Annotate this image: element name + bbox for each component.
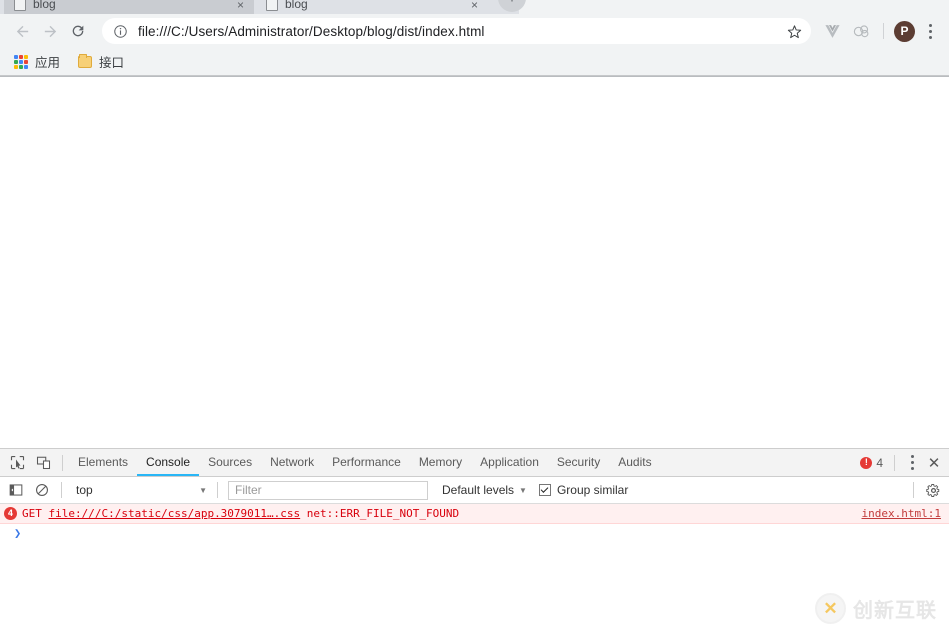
console-message-list[interactable]: 4 GET file:///C:/static/css/app.3079011…… xyxy=(0,504,949,634)
console-toolbar-divider-3 xyxy=(913,482,914,498)
devtools-divider-2 xyxy=(894,454,895,471)
tab-strip-filler xyxy=(519,0,949,14)
devtools-divider xyxy=(62,454,63,471)
devtools-panel: Elements Console Sources Network Perform… xyxy=(0,448,949,634)
bookmark-item-interface[interactable]: 接口 xyxy=(74,49,132,74)
close-icon[interactable]: × xyxy=(471,0,478,11)
console-prompt[interactable]: ❯ xyxy=(0,524,949,542)
tab-console[interactable]: Console xyxy=(137,449,200,476)
browser-tab-2-title: blog xyxy=(285,0,308,11)
bookmarks-bar: 应用 接口 xyxy=(0,48,949,76)
console-message-method: GET xyxy=(22,507,42,520)
devtools-more-menu-icon[interactable] xyxy=(901,450,923,476)
tab-network[interactable]: Network xyxy=(261,449,323,476)
gear-icon[interactable] xyxy=(920,477,946,503)
console-toolbar: top ▼ Default levels ▼ Group similar xyxy=(0,477,949,504)
back-arrow-icon[interactable] xyxy=(8,17,36,45)
console-toolbar-divider-2 xyxy=(217,482,218,498)
browser-window: blog × blog × + file:///C:/Users/Adminis… xyxy=(0,0,949,634)
browser-tab-1-title: blog xyxy=(33,0,56,11)
console-context-selector[interactable]: top ▼ xyxy=(68,481,211,500)
error-count-badge[interactable]: ! 4 xyxy=(855,456,888,470)
prompt-chevron-icon: ❯ xyxy=(14,526,22,540)
group-similar-label: Group similar xyxy=(556,483,629,497)
console-message-url[interactable]: file:///C:/static/css/app.3079011….css xyxy=(49,507,301,520)
browser-tab-2[interactable]: blog × xyxy=(256,0,488,14)
extension-icon[interactable] xyxy=(849,18,875,44)
toolbar-divider xyxy=(883,23,884,39)
close-icon[interactable]: × xyxy=(237,0,244,11)
console-levels-selector[interactable]: Default levels ▼ xyxy=(436,483,533,497)
error-circle-icon: ! xyxy=(860,456,873,469)
console-context-value: top xyxy=(76,483,93,497)
device-toolbar-icon[interactable] xyxy=(30,450,56,476)
console-levels-label: Default levels xyxy=(442,483,515,497)
bookmark-item-apps-label: 应用 xyxy=(35,56,61,70)
bookmark-star-icon[interactable] xyxy=(781,18,807,44)
inspect-element-icon[interactable] xyxy=(4,450,30,476)
watermark-logo-mark: ✕ xyxy=(823,599,838,618)
tab-memory[interactable]: Memory xyxy=(410,449,471,476)
bookmark-item-interface-label: 接口 xyxy=(99,56,125,70)
bookmark-item-apps[interactable]: 应用 xyxy=(10,49,68,74)
browser-toolbar: file:///C:/Users/Administrator/Desktop/b… xyxy=(0,14,949,48)
address-bar[interactable]: file:///C:/Users/Administrator/Desktop/b… xyxy=(102,18,811,44)
console-message-error: net::ERR_FILE_NOT_FOUND xyxy=(306,507,460,520)
group-similar-toggle[interactable]: Group similar xyxy=(538,483,629,497)
browser-tab-1[interactable]: blog × xyxy=(4,0,254,14)
clear-console-icon[interactable] xyxy=(29,477,55,503)
chevron-down-icon: ▼ xyxy=(519,485,527,495)
tab-performance[interactable]: Performance xyxy=(323,449,410,476)
page-icon xyxy=(266,0,278,11)
page-icon xyxy=(14,0,26,11)
devtools-close-button[interactable]: ✕ xyxy=(923,454,945,472)
reload-icon[interactable] xyxy=(64,17,92,45)
avatar[interactable]: P xyxy=(894,20,915,42)
tab-security[interactable]: Security xyxy=(548,449,609,476)
page-info-icon[interactable] xyxy=(112,23,129,40)
three-dot-menu-icon[interactable] xyxy=(919,18,941,44)
devtools-tab-bar: Elements Console Sources Network Perform… xyxy=(0,449,949,477)
tab-strip: blog × blog × + xyxy=(0,0,949,14)
watermark-logo-icon: ✕ xyxy=(815,593,846,624)
chevron-down-icon: ▼ xyxy=(199,485,207,495)
group-similar-checkbox[interactable] xyxy=(538,484,551,496)
tab-sources[interactable]: Sources xyxy=(199,449,261,476)
console-message-source-link[interactable]: index.html:1 xyxy=(862,507,941,520)
console-toolbar-divider xyxy=(61,482,62,498)
tab-elements[interactable]: Elements xyxy=(69,449,137,476)
console-message-row[interactable]: 4 GET file:///C:/static/css/app.3079011…… xyxy=(0,504,949,524)
tab-application[interactable]: Application xyxy=(471,449,548,476)
watermark: ✕ 创新互联 xyxy=(815,593,937,624)
forward-arrow-icon[interactable] xyxy=(36,17,64,45)
console-sidebar-icon[interactable] xyxy=(3,477,29,503)
error-count-icon: 4 xyxy=(4,507,17,520)
vue-devtools-icon[interactable] xyxy=(819,18,845,44)
watermark-text: 创新互联 xyxy=(853,598,937,622)
console-filter-input[interactable] xyxy=(228,480,428,500)
address-bar-url[interactable]: file:///C:/Users/Administrator/Desktop/b… xyxy=(138,24,781,39)
error-count-value: 4 xyxy=(876,455,883,470)
tab-audits[interactable]: Audits xyxy=(609,449,660,476)
page-viewport[interactable] xyxy=(0,76,949,448)
apps-grid-icon xyxy=(14,54,28,69)
folder-icon xyxy=(78,53,93,68)
